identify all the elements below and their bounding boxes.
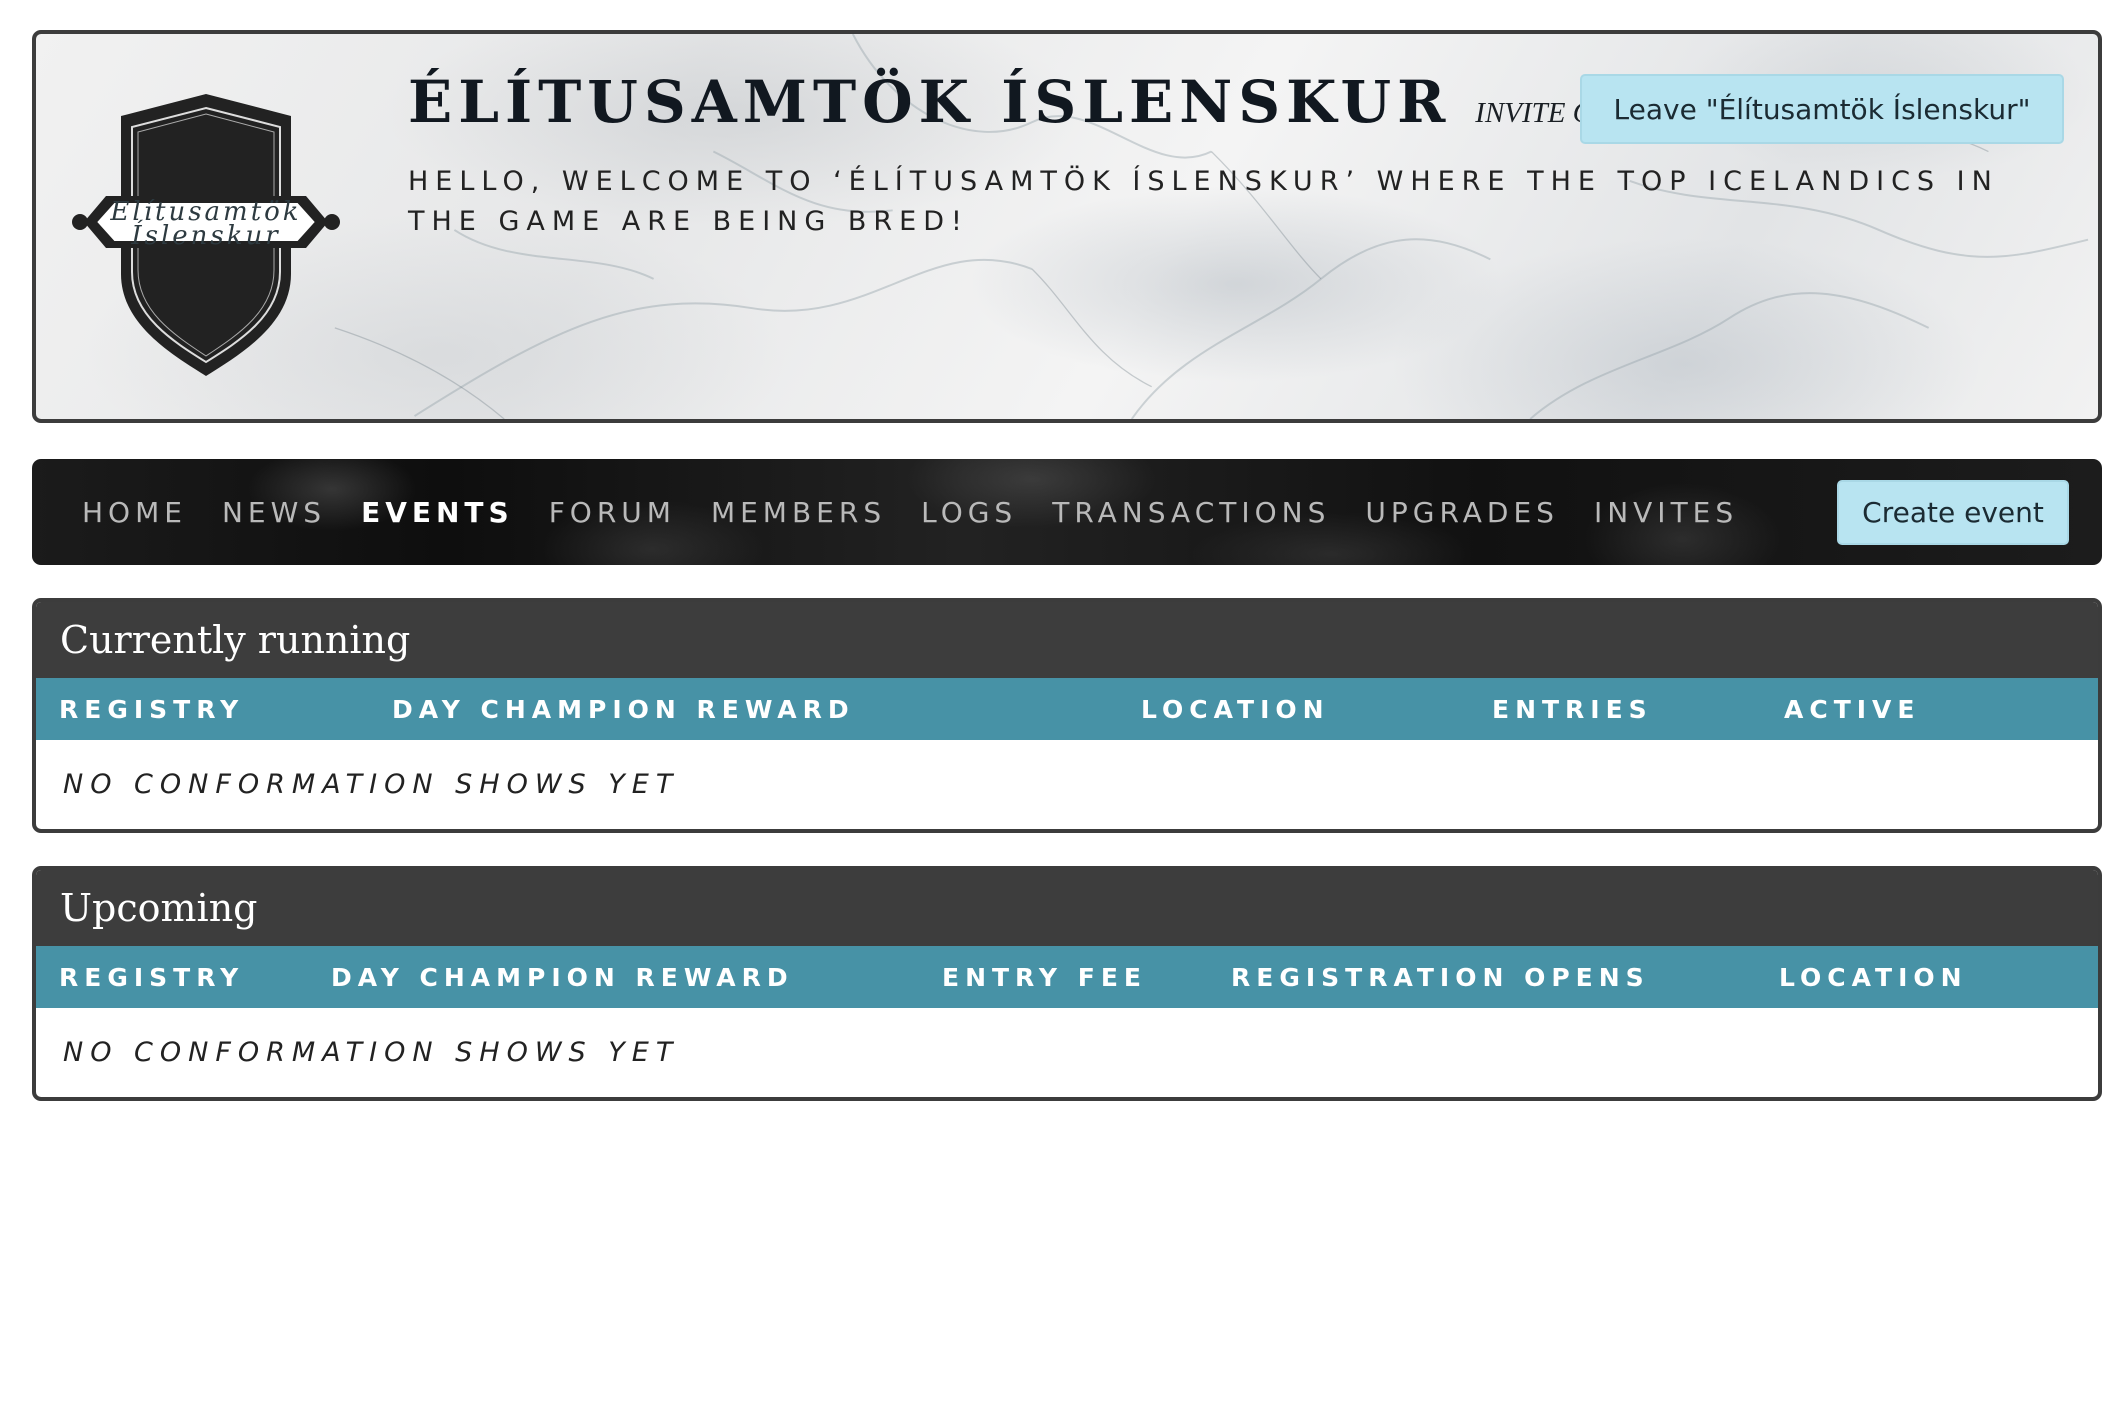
nav-item-forum[interactable]: Forum (549, 496, 676, 529)
nav-item-upgrades[interactable]: Upgrades (1365, 496, 1559, 529)
nav-item-logs[interactable]: Logs (921, 496, 1017, 529)
crest-text-line2: Íslenskur (130, 219, 280, 251)
column-day-champion-reward[interactable]: Day champion reward (392, 678, 855, 740)
nav-item-invites[interactable]: Invites (1594, 496, 1738, 529)
club-nav-bar: Home News Events Forum Members Logs Tran… (32, 459, 2102, 565)
column-entry-fee[interactable]: Entry fee (942, 946, 1147, 1008)
nav-item-members[interactable]: Members (711, 496, 886, 529)
club-title: ÉLÍTUSAMTÖK ÍSLENSKUR (408, 68, 1452, 136)
leave-club-button[interactable]: Leave "Élítusamtök Íslenskur" (1580, 74, 2064, 144)
column-day-champion-reward[interactable]: Day champion reward (331, 946, 794, 1008)
title-row: ÉLÍTUSAMTÖK ÍSLENSKUR INVITE ONLY (408, 68, 1645, 136)
table-header-row: Registry Day champion reward Entry fee R… (36, 946, 2098, 1008)
nav-item-home[interactable]: Home (82, 496, 187, 529)
club-crest-logo: Elítusamtök Íslenskur (72, 94, 340, 376)
upcoming-panel: Upcoming Registry Day champion reward En… (32, 866, 2102, 1101)
column-location[interactable]: Location (1779, 946, 1968, 1008)
table-header-row: Registry Day champion reward Location En… (36, 678, 2098, 740)
column-location[interactable]: Location (1141, 678, 1330, 740)
nav-item-events[interactable]: Events (361, 496, 514, 529)
club-banner: Elítusamtök Íslenskur ÉLÍTUSAMTÖK ÍSLENS… (32, 30, 2102, 423)
column-registry[interactable]: Registry (59, 678, 244, 740)
empty-state-message: No conformation shows yet (63, 1037, 680, 1068)
nav-item-transactions[interactable]: Transactions (1052, 496, 1330, 529)
column-active[interactable]: Active (1784, 678, 1920, 740)
column-registration-opens[interactable]: Registration opens (1231, 946, 1650, 1008)
nav-item-news[interactable]: News (222, 496, 326, 529)
nav-items: Home News Events Forum Members Logs Tran… (82, 459, 1773, 565)
create-event-button[interactable]: Create event (1837, 480, 2069, 545)
welcome-message: Hello, welcome to ‘Élítusamtök Íslenskur… (408, 166, 1999, 237)
panel-title: Upcoming (36, 870, 2098, 946)
currently-running-panel: Currently running Registry Day champion … (32, 598, 2102, 833)
empty-state-message: No conformation shows yet (63, 769, 680, 800)
panel-title: Currently running (36, 602, 2098, 678)
column-entries[interactable]: Entries (1492, 678, 1653, 740)
column-registry[interactable]: Registry (59, 946, 244, 1008)
